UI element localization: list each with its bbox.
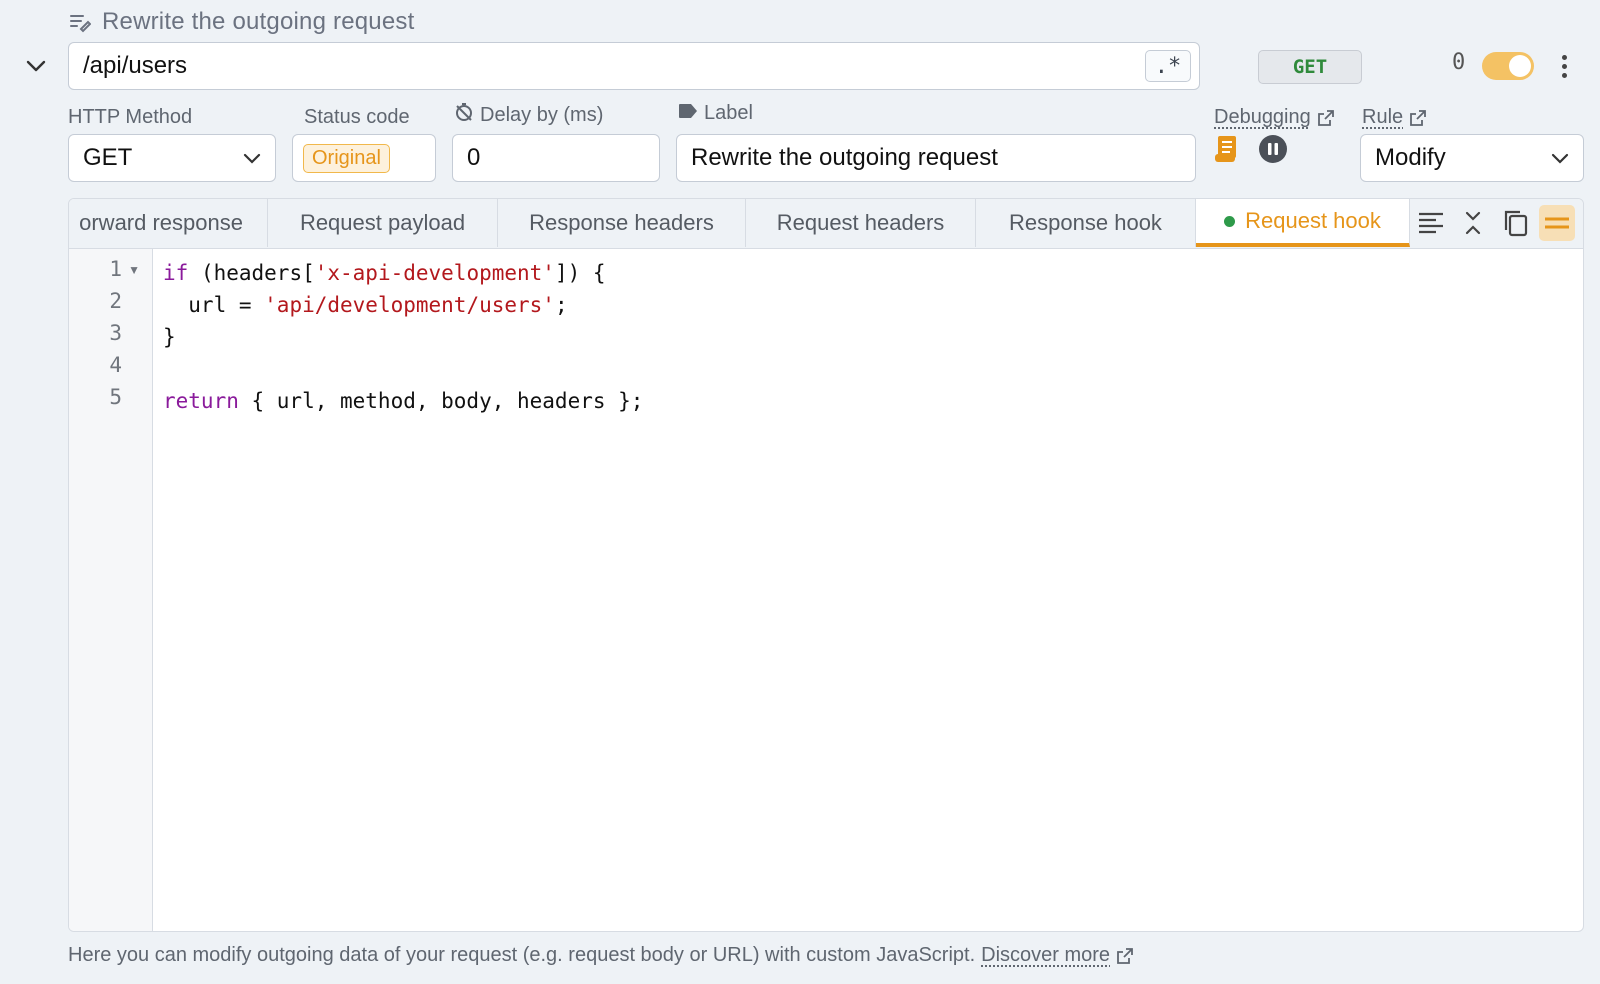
status-code-select[interactable]: Original bbox=[292, 134, 436, 182]
tab-request-payload[interactable]: Request payload bbox=[268, 199, 498, 247]
external-link-icon bbox=[1317, 109, 1335, 127]
format-align-icon[interactable] bbox=[1413, 205, 1449, 241]
rule-enabled-toggle[interactable] bbox=[1482, 52, 1534, 80]
collapse-chevron-icon[interactable] bbox=[22, 52, 50, 80]
label-input[interactable] bbox=[691, 144, 1181, 172]
log-icon[interactable] bbox=[1214, 134, 1240, 169]
method-badge: GET bbox=[1258, 50, 1362, 84]
rule-label[interactable]: Rule bbox=[1362, 106, 1427, 129]
toggle-knob bbox=[1509, 55, 1531, 77]
chevron-down-icon bbox=[243, 144, 261, 172]
title-row: Rewrite the outgoing request bbox=[68, 8, 414, 36]
url-path-field: .* bbox=[68, 42, 1200, 90]
rule-title[interactable]: Rewrite the outgoing request bbox=[102, 8, 414, 36]
help-description: Here you can modify outgoing data of you… bbox=[68, 944, 976, 966]
fold-arrow-icon[interactable]: ▼ bbox=[128, 263, 140, 277]
external-link-icon bbox=[1409, 109, 1427, 127]
delay-field bbox=[452, 134, 660, 182]
status-code-label: Status code bbox=[304, 106, 410, 128]
label-field bbox=[676, 134, 1196, 182]
line-number: 1 bbox=[109, 257, 122, 281]
code-line: if (headers['x-api-development']) { bbox=[163, 261, 606, 285]
line-number: 3 bbox=[109, 321, 122, 345]
debugging-controls bbox=[1214, 134, 1288, 169]
tab-request-hook[interactable]: Request hook bbox=[1196, 199, 1410, 247]
tab-request-hook-label: Request hook bbox=[1245, 208, 1381, 233]
code-line: url = 'api/development/users'; bbox=[163, 293, 568, 317]
discover-more-link[interactable]: Discover more bbox=[981, 944, 1110, 967]
delay-label: Delay by (ms) bbox=[454, 102, 603, 128]
http-method-label: HTTP Method bbox=[68, 106, 193, 128]
help-text: Here you can modify outgoing data of you… bbox=[68, 944, 1134, 967]
code-line: } bbox=[163, 325, 176, 349]
regex-toggle-button[interactable]: .* bbox=[1145, 50, 1191, 82]
rule-value: Modify bbox=[1375, 144, 1446, 171]
more-options-icon[interactable] bbox=[1554, 50, 1574, 82]
label-field-label: Label bbox=[678, 102, 753, 125]
line-number: 5 bbox=[109, 385, 122, 409]
tab-response-headers[interactable]: Response headers bbox=[498, 199, 746, 247]
line-gutter: 1 ▼ 2 3 4 5 bbox=[69, 249, 153, 931]
pause-icon[interactable] bbox=[1258, 134, 1288, 169]
code-editor[interactable]: if (headers['x-api-development']) { url … bbox=[163, 257, 643, 417]
tab-response-hook[interactable]: Response hook bbox=[976, 199, 1196, 247]
url-path-input[interactable] bbox=[83, 52, 1145, 80]
hook-editor-panel: orward response Request payload Response… bbox=[68, 198, 1584, 932]
http-method-select[interactable]: GET bbox=[68, 134, 276, 182]
tab-forward-response[interactable]: orward response bbox=[69, 199, 268, 247]
tab-bar: orward response Request payload Response… bbox=[69, 199, 1583, 249]
external-link-icon bbox=[1116, 947, 1134, 965]
expand-editor-icon[interactable] bbox=[1539, 205, 1575, 241]
status-original-badge: Original bbox=[303, 143, 390, 173]
collapse-all-icon[interactable] bbox=[1455, 205, 1491, 241]
tag-icon bbox=[678, 102, 698, 125]
chevron-down-icon bbox=[1551, 144, 1569, 172]
tab-request-headers[interactable]: Request headers bbox=[746, 199, 976, 247]
copy-icon[interactable] bbox=[1497, 205, 1533, 241]
debugging-label[interactable]: Debugging bbox=[1214, 106, 1335, 129]
http-method-value: GET bbox=[83, 144, 133, 171]
hit-count: 0 bbox=[1452, 50, 1466, 75]
code-line: return { url, method, body, headers }; bbox=[163, 389, 644, 413]
line-number: 2 bbox=[109, 289, 122, 313]
line-number: 4 bbox=[109, 353, 122, 377]
rule-editor: Rewrite the outgoing request .* GET 0 HT… bbox=[0, 0, 1600, 984]
rule-select[interactable]: Modify bbox=[1360, 134, 1584, 182]
timer-off-icon bbox=[454, 102, 474, 128]
delay-input[interactable] bbox=[467, 144, 645, 172]
edit-title-icon[interactable] bbox=[68, 10, 92, 34]
active-indicator-dot bbox=[1224, 215, 1236, 227]
